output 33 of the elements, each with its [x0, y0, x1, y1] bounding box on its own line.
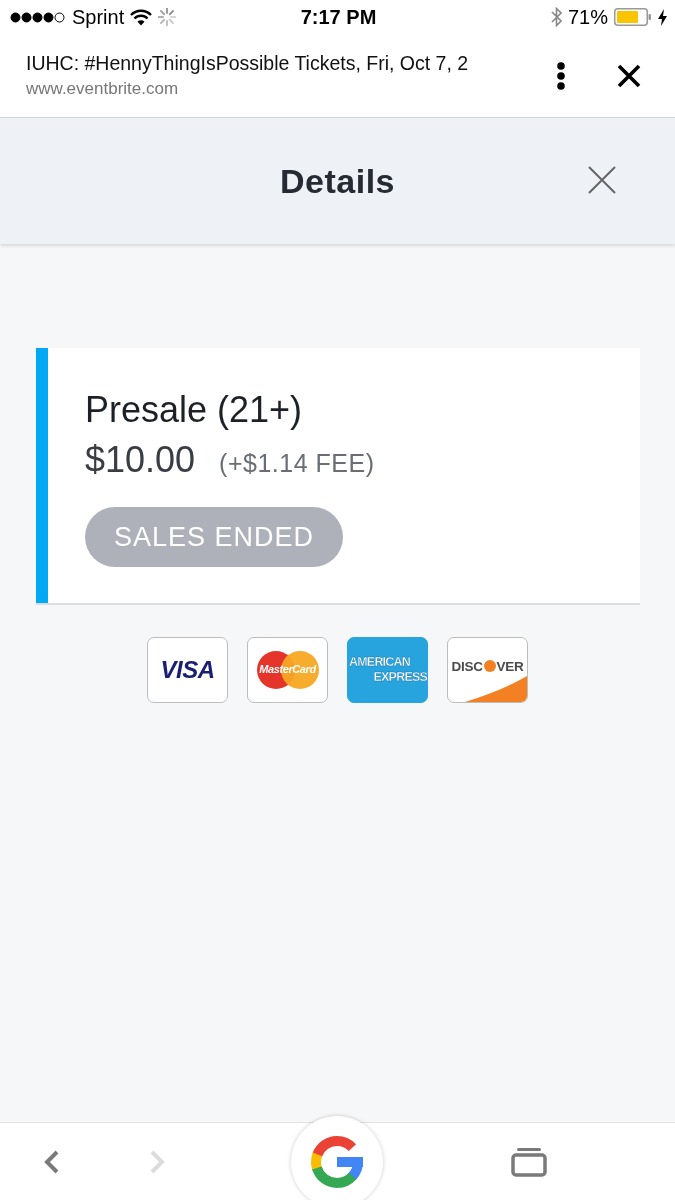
swoosh-icon — [465, 676, 527, 702]
overlapping-circles-icon — [256, 651, 319, 689]
card-wordmark: VISA — [160, 656, 215, 684]
card-wordmark: AMERICAN — [349, 655, 410, 670]
chevron-left-icon — [44, 1149, 60, 1174]
ticket-name: Presale (21+) — [85, 388, 303, 432]
card-wordmark: VER — [496, 658, 524, 674]
card-wordmark: EXPRESS — [373, 670, 427, 685]
search-button[interactable] — [291, 1115, 383, 1200]
charging-bolt-icon — [658, 8, 667, 26]
multicolor-g-icon — [310, 1134, 364, 1189]
ticket-price: $10.00 — [85, 438, 196, 482]
chevron-right-icon — [149, 1149, 165, 1174]
page-title: IUHC: #HennyThingIsPossible Tickets, Fri, Oct 7, 2 — [26, 52, 470, 75]
battery-icon — [614, 8, 652, 26]
signal-dots-icon — [10, 11, 66, 23]
tabs-icon — [511, 1146, 547, 1177]
wifi-icon — [130, 8, 153, 26]
activity-spinner-icon — [158, 8, 177, 26]
card-wordmark: MasterCard — [258, 663, 318, 675]
modal-title: Details — [280, 161, 395, 201]
card-wordmark: DISC — [451, 658, 483, 674]
ticket-fee: (+$1.14 FEE) — [219, 449, 375, 478]
page-url: www.eventbrite.com — [26, 79, 180, 99]
more-vertical-icon — [557, 61, 565, 90]
bluetooth-icon — [550, 7, 562, 27]
close-modal-button[interactable] — [587, 165, 617, 195]
carrier-name: Sprint — [72, 5, 125, 29]
clock-time: 7:17 PM — [300, 5, 377, 29]
battery-percent: 71% — [567, 5, 608, 29]
close-icon — [617, 63, 641, 88]
close-icon — [587, 165, 617, 195]
dot-icon — [483, 660, 496, 672]
